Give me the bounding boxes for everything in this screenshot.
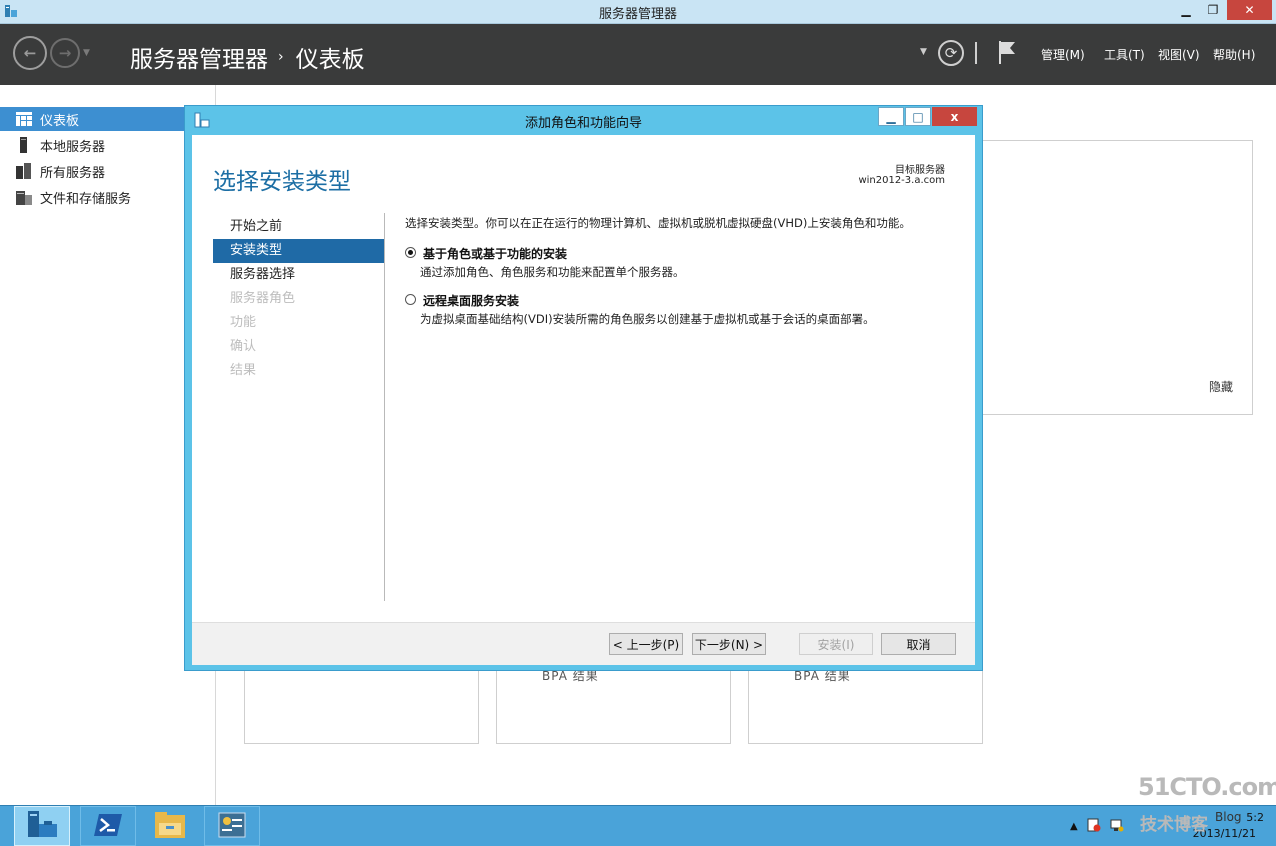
forward-button[interactable]: →	[50, 38, 80, 68]
welcome-panel: 隐藏	[962, 140, 1253, 415]
file-explorer-icon	[154, 811, 186, 842]
dialog-maximize-button[interactable]: □	[905, 107, 931, 126]
radio-role-based[interactable]	[405, 247, 416, 258]
minimize-icon: ▁	[1181, 3, 1191, 17]
hide-welcome-link[interactable]: 隐藏	[1209, 378, 1233, 395]
powershell-icon	[93, 812, 123, 841]
breadcrumb-separator-icon: ›	[278, 49, 284, 65]
previous-button[interactable]: < 上一步(P)	[609, 633, 683, 655]
sidebar-item-file-storage[interactable]: 文件和存储服务	[0, 185, 215, 209]
dashboard-icon	[15, 111, 33, 127]
step-results: 结果	[230, 363, 257, 378]
sidebar-item-local-server[interactable]: 本地服务器	[0, 133, 215, 157]
tray-expand-icon[interactable]: ▲	[1070, 821, 1078, 832]
dashboard-tile[interactable]	[244, 666, 479, 744]
refresh-icon[interactable]: ⟳	[938, 40, 964, 66]
breadcrumb: 服务器管理器 › 仪表板	[130, 40, 365, 74]
option-title[interactable]: 基于角色或基于功能的安装	[423, 245, 567, 262]
servers-icon	[15, 163, 33, 179]
minimize-icon: ▁	[886, 109, 896, 124]
refresh-dropdown-icon[interactable]: ▼	[920, 47, 927, 57]
dashboard-tile[interactable]: BPA 结果	[496, 666, 731, 744]
sidebar-item-all-servers[interactable]: 所有服务器	[0, 159, 215, 183]
intro-text: 选择安装类型。你可以在正在运行的物理计算机、虚拟机或脱机虚拟硬盘(VHD)上安装…	[405, 216, 911, 230]
next-button[interactable]: 下一步(N) >	[692, 633, 766, 655]
cancel-button[interactable]: 取消	[881, 633, 956, 655]
restore-icon: ❐	[1207, 3, 1219, 17]
sidebar-item-label: 仪表板	[40, 113, 80, 129]
option-title[interactable]: 远程桌面服务安装	[423, 292, 519, 309]
step-confirmation: 确认	[230, 339, 257, 354]
network-icon	[217, 811, 247, 842]
app-header: ← → ▼ 服务器管理器 › 仪表板 ▼ ⟳ 管理(M) 工具(T) 视图(V)…	[0, 24, 1276, 85]
breadcrumb-current: 仪表板	[295, 47, 365, 73]
window-titlebar: 服务器管理器 ▁ ❐ ✕	[0, 0, 1276, 24]
step-server-roles: 服务器角色	[230, 291, 296, 306]
step-before-you-begin[interactable]: 开始之前	[213, 215, 384, 239]
maximize-icon: □	[912, 109, 924, 124]
menu-tools[interactable]: 工具(T)	[1104, 46, 1145, 63]
back-arrow-icon: ←	[23, 44, 37, 62]
add-roles-wizard-dialog: 添加角色和功能向导 ▁ □ x 选择安装类型 目标服务器 win2012-3.a…	[184, 105, 983, 671]
notifications-flag-icon[interactable]	[997, 39, 1017, 68]
restore-button[interactable]: ❐	[1200, 0, 1226, 20]
option-description: 为虚拟桌面基础结构(VDI)安装所需的角色服务以创建基于虚拟机或基于会话的桌面部…	[420, 312, 875, 326]
history-dropdown-icon[interactable]: ▼	[83, 48, 90, 58]
watermark-blog: Blog	[1215, 810, 1242, 824]
sidebar-item-label: 文件和存储服务	[40, 191, 132, 207]
server-manager-icon	[25, 809, 59, 844]
sidebar-item-label: 所有服务器	[40, 165, 106, 181]
target-server-label: 目标服务器	[895, 165, 945, 176]
install-button: 安装(I)	[799, 633, 873, 655]
network-status-icon[interactable]	[1110, 818, 1124, 835]
close-icon: ✕	[1244, 3, 1255, 17]
sidebar-item-dashboard[interactable]: 仪表板	[0, 107, 215, 131]
sidebar-item-label: 本地服务器	[40, 139, 106, 155]
dialog-title: 添加角色和功能向导	[524, 116, 642, 131]
window-title: 服务器管理器	[598, 7, 677, 22]
target-server-name: win2012-3.a.com	[858, 175, 945, 186]
server-icon	[15, 137, 33, 153]
close-icon: x	[950, 109, 959, 124]
menu-help[interactable]: 帮助(H)	[1213, 46, 1255, 63]
back-button[interactable]: ←	[13, 36, 47, 70]
close-button[interactable]: ✕	[1227, 0, 1272, 20]
dialog-close-button[interactable]: x	[932, 107, 977, 126]
step-features: 功能	[230, 315, 257, 330]
taskbar-powershell[interactable]	[80, 806, 136, 846]
clock-time[interactable]: 5:2	[1246, 811, 1264, 824]
watermark-subtitle: 技术博客	[1140, 815, 1208, 835]
step-server-selection[interactable]: 服务器选择	[213, 263, 384, 287]
breadcrumb-root[interactable]: 服务器管理器	[130, 40, 268, 74]
radio-remote-desktop[interactable]	[405, 294, 416, 305]
system-tray: ▲	[1070, 818, 1124, 835]
header-divider	[975, 42, 977, 64]
taskbar: ▲ 5:2 2013/11/21	[0, 805, 1276, 846]
menu-manage[interactable]: 管理(M)	[1041, 46, 1085, 63]
dialog-body: 选择安装类型 目标服务器 win2012-3.a.com 开始之前 安装类型 服…	[192, 135, 975, 665]
option-description: 通过添加角色、角色服务和功能来配置单个服务器。	[420, 265, 685, 279]
taskbar-server-manager[interactable]	[14, 806, 70, 846]
page-title: 选择安装类型	[213, 169, 351, 195]
dialog-minimize-button[interactable]: ▁	[878, 107, 904, 126]
minimize-button[interactable]: ▁	[1173, 0, 1199, 20]
taskbar-network-app[interactable]	[204, 806, 260, 846]
dashboard-tile[interactable]: BPA 结果	[748, 666, 983, 744]
steps-divider	[384, 213, 385, 601]
watermark-site: 51CTO.com	[1138, 773, 1276, 801]
taskbar-file-explorer[interactable]	[142, 806, 198, 846]
storage-icon	[15, 189, 33, 205]
action-center-icon[interactable]	[1087, 818, 1101, 835]
menu-view[interactable]: 视图(V)	[1158, 46, 1200, 63]
forward-arrow-icon: →	[58, 44, 72, 62]
step-installation-type[interactable]: 安装类型	[213, 239, 384, 263]
dialog-footer: < 上一步(P) 下一步(N) > 安装(I) 取消	[192, 622, 975, 665]
